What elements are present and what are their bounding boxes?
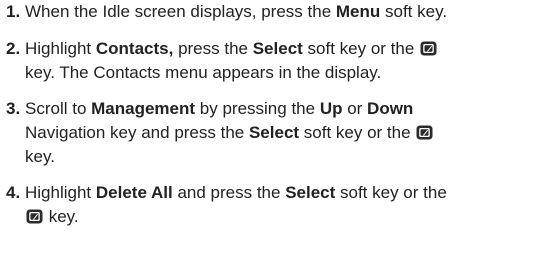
step-text: Scroll to Management by pressing the Up … <box>25 97 530 169</box>
body-text: Scroll to <box>25 99 92 118</box>
step-number: 2. <box>6 39 21 58</box>
emphasis-text: Select <box>252 39 303 58</box>
body-text: Highlight <box>25 39 96 58</box>
emphasis-text: Select <box>285 183 336 202</box>
body-text: key. The Contacts menu appears in the di… <box>25 63 382 82</box>
body-text: When the Idle screen displays, press the <box>25 2 336 21</box>
body-text: soft key. <box>380 2 448 21</box>
emphasis-text: Delete All <box>95 183 173 202</box>
body-text: or <box>342 99 368 118</box>
body-text: soft key or the <box>299 123 416 142</box>
step-line: Highlight Contacts, press the Select sof… <box>25 37 530 61</box>
body-text: Navigation key and press the <box>25 123 249 142</box>
step-line: key. <box>25 205 530 229</box>
body-text: Highlight <box>25 183 96 202</box>
step-line: When the Idle screen displays, press the… <box>25 0 530 24</box>
body-text: press the <box>173 39 253 58</box>
body-text: and press the <box>172 183 286 202</box>
body-text: soft key or the <box>335 183 447 202</box>
emphasis-text: Menu <box>335 2 381 21</box>
step-line: key. <box>25 145 530 169</box>
step-line: Navigation key and press the Select soft… <box>25 121 530 145</box>
step-line: key. The Contacts menu appears in the di… <box>25 61 530 85</box>
step-text: Highlight Delete All and press the Selec… <box>25 181 530 229</box>
emphasis-text: Contacts, <box>95 39 174 58</box>
instruction-steps: 1. When the Idle screen displays, press … <box>0 0 537 258</box>
step-text: When the Idle screen displays, press the… <box>25 0 530 24</box>
body-text: soft key or the <box>302 39 420 58</box>
step-text: Highlight Contacts, press the Select sof… <box>25 37 530 85</box>
body-text: by pressing the <box>195 99 320 118</box>
ok-key-icon <box>26 209 43 224</box>
step-number: 4. <box>6 183 21 202</box>
ok-key-icon <box>416 125 433 140</box>
ok-key-icon <box>420 41 437 56</box>
step-line: Scroll to Management by pressing the Up … <box>25 97 530 121</box>
body-text: key. <box>44 207 79 226</box>
emphasis-text: Up <box>319 99 343 118</box>
emphasis-text: Management <box>91 99 196 118</box>
step-number: 3. <box>6 99 21 118</box>
step-line: Highlight Delete All and press the Selec… <box>25 181 530 205</box>
step-number: 1. <box>6 2 21 21</box>
body-text: key. <box>25 147 55 166</box>
emphasis-text: Down <box>367 99 414 118</box>
emphasis-text: Select <box>248 123 300 142</box>
